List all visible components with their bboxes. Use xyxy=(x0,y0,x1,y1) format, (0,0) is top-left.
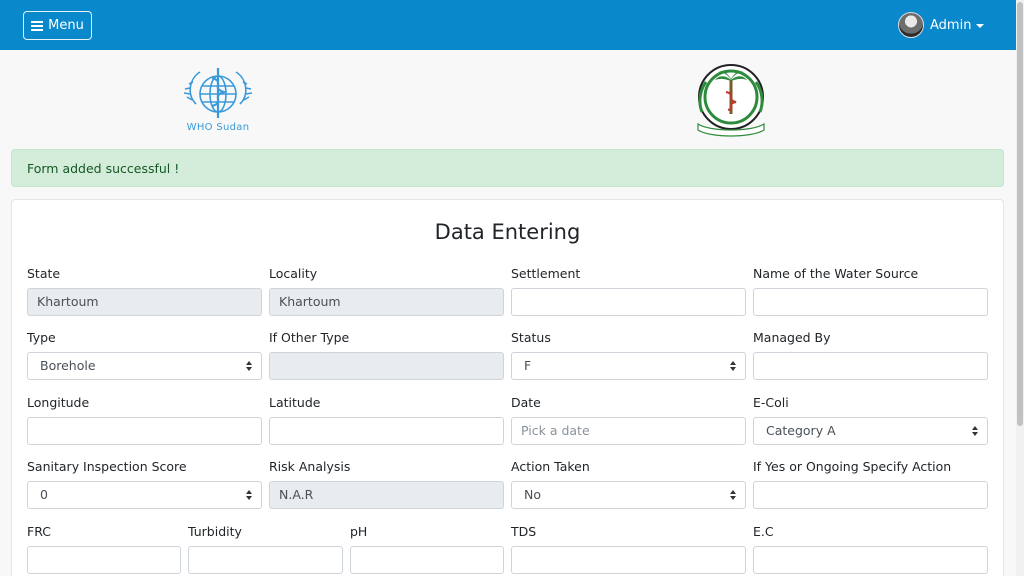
ec-input[interactable] xyxy=(753,546,988,574)
date-input[interactable]: Pick a date xyxy=(511,417,746,445)
top-navbar: Menu Admin xyxy=(0,0,1016,50)
type-select[interactable]: Borehole xyxy=(27,352,262,380)
latitude-input[interactable] xyxy=(269,417,504,445)
status-label: Status xyxy=(511,330,551,345)
success-alert: Form added successful ! xyxy=(11,149,1004,187)
type-group: Type Borehole xyxy=(27,330,262,380)
water-source-input[interactable] xyxy=(753,288,988,316)
locality-group: Locality Khartoum xyxy=(269,266,504,316)
ecoli-label: E-Coli xyxy=(753,395,789,410)
data-entry-card: Data Entering State Khartoum Locality Kh… xyxy=(11,199,1004,576)
turbidity-label: Turbidity xyxy=(188,524,242,539)
user-dropdown[interactable]: Admin xyxy=(898,12,985,38)
longitude-label: Longitude xyxy=(27,395,90,410)
settlement-label: Settlement xyxy=(511,266,581,281)
managed-by-label: Managed By xyxy=(753,330,831,345)
who-emblem-icon xyxy=(183,68,253,118)
ph-label: pH xyxy=(350,524,368,539)
date-placeholder: Pick a date xyxy=(521,423,590,438)
frc-label: FRC xyxy=(27,524,51,539)
locality-label: Locality xyxy=(269,266,318,281)
frc-input[interactable] xyxy=(27,546,181,574)
state-group: State Khartoum xyxy=(27,266,262,316)
action-label: Action Taken xyxy=(511,459,590,474)
risk-label: Risk Analysis xyxy=(269,459,351,474)
ecoli-select[interactable]: Category A xyxy=(753,417,988,445)
state-label: State xyxy=(27,266,61,281)
type-label: Type xyxy=(27,330,56,345)
water-source-group: Name of the Water Source xyxy=(753,266,988,316)
ecoli-group: E-Coli Category A xyxy=(753,395,988,445)
bars-icon xyxy=(31,20,44,31)
who-logo: WHO Sudan xyxy=(182,64,254,136)
locality-field[interactable]: Khartoum xyxy=(269,288,504,316)
moh-logo xyxy=(690,62,772,138)
state-field[interactable]: Khartoum xyxy=(27,288,262,316)
latitude-group: Latitude xyxy=(269,395,504,445)
action-group: Action Taken No xyxy=(511,459,746,509)
settlement-group: Settlement xyxy=(511,266,746,316)
ph-input[interactable] xyxy=(350,546,504,574)
water-source-label: Name of the Water Source xyxy=(753,266,919,281)
scrollbar-thumb[interactable] xyxy=(1017,2,1023,426)
other-type-group: If Other Type xyxy=(269,330,504,380)
page-scrollbar[interactable] xyxy=(1016,0,1024,576)
managed-by-input[interactable] xyxy=(753,352,988,380)
risk-field[interactable]: N.A.R xyxy=(269,481,504,509)
sanitary-label: Sanitary Inspection Score xyxy=(27,459,187,474)
action-select[interactable]: No xyxy=(511,481,746,509)
turbidity-input[interactable] xyxy=(188,546,343,574)
who-logo-text: WHO Sudan xyxy=(186,122,250,133)
date-label: Date xyxy=(511,395,541,410)
ministry-emblem-icon xyxy=(697,64,765,137)
status-select[interactable]: F xyxy=(511,352,746,380)
sanitary-select[interactable]: 0 xyxy=(27,481,262,509)
other-type-field[interactable] xyxy=(269,352,504,380)
frc-group: FRC xyxy=(27,524,181,574)
ec-group: E.C xyxy=(753,524,988,574)
latitude-label: Latitude xyxy=(269,395,321,410)
ec-label: E.C xyxy=(753,524,774,539)
tds-label: TDS xyxy=(511,524,537,539)
menu-label: Menu xyxy=(48,18,84,33)
specify-action-label: If Yes or Ongoing Specify Action xyxy=(753,459,952,474)
sanitary-group: Sanitary Inspection Score 0 xyxy=(27,459,262,509)
date-group: Date Pick a date xyxy=(511,395,746,445)
other-type-label: If Other Type xyxy=(269,330,350,345)
risk-group: Risk Analysis N.A.R xyxy=(269,459,504,509)
avatar xyxy=(898,12,924,38)
status-group: Status F xyxy=(511,330,746,380)
tds-group: TDS xyxy=(511,524,746,574)
longitude-input[interactable] xyxy=(27,417,262,445)
specify-action-group: If Yes or Ongoing Specify Action xyxy=(753,459,988,509)
specify-action-input[interactable] xyxy=(753,481,988,509)
menu-button[interactable]: Menu xyxy=(23,11,92,40)
turbidity-group: Turbidity xyxy=(188,524,343,574)
page-title: Data Entering xyxy=(434,220,581,244)
managed-by-group: Managed By xyxy=(753,330,988,380)
alert-message: Form added successful ! xyxy=(27,161,180,176)
tds-input[interactable] xyxy=(511,546,746,574)
settlement-input[interactable] xyxy=(511,288,746,316)
longitude-group: Longitude xyxy=(27,395,262,445)
user-label: Admin xyxy=(930,17,972,33)
caret-down-icon xyxy=(976,24,985,28)
ph-group: pH xyxy=(350,524,504,574)
